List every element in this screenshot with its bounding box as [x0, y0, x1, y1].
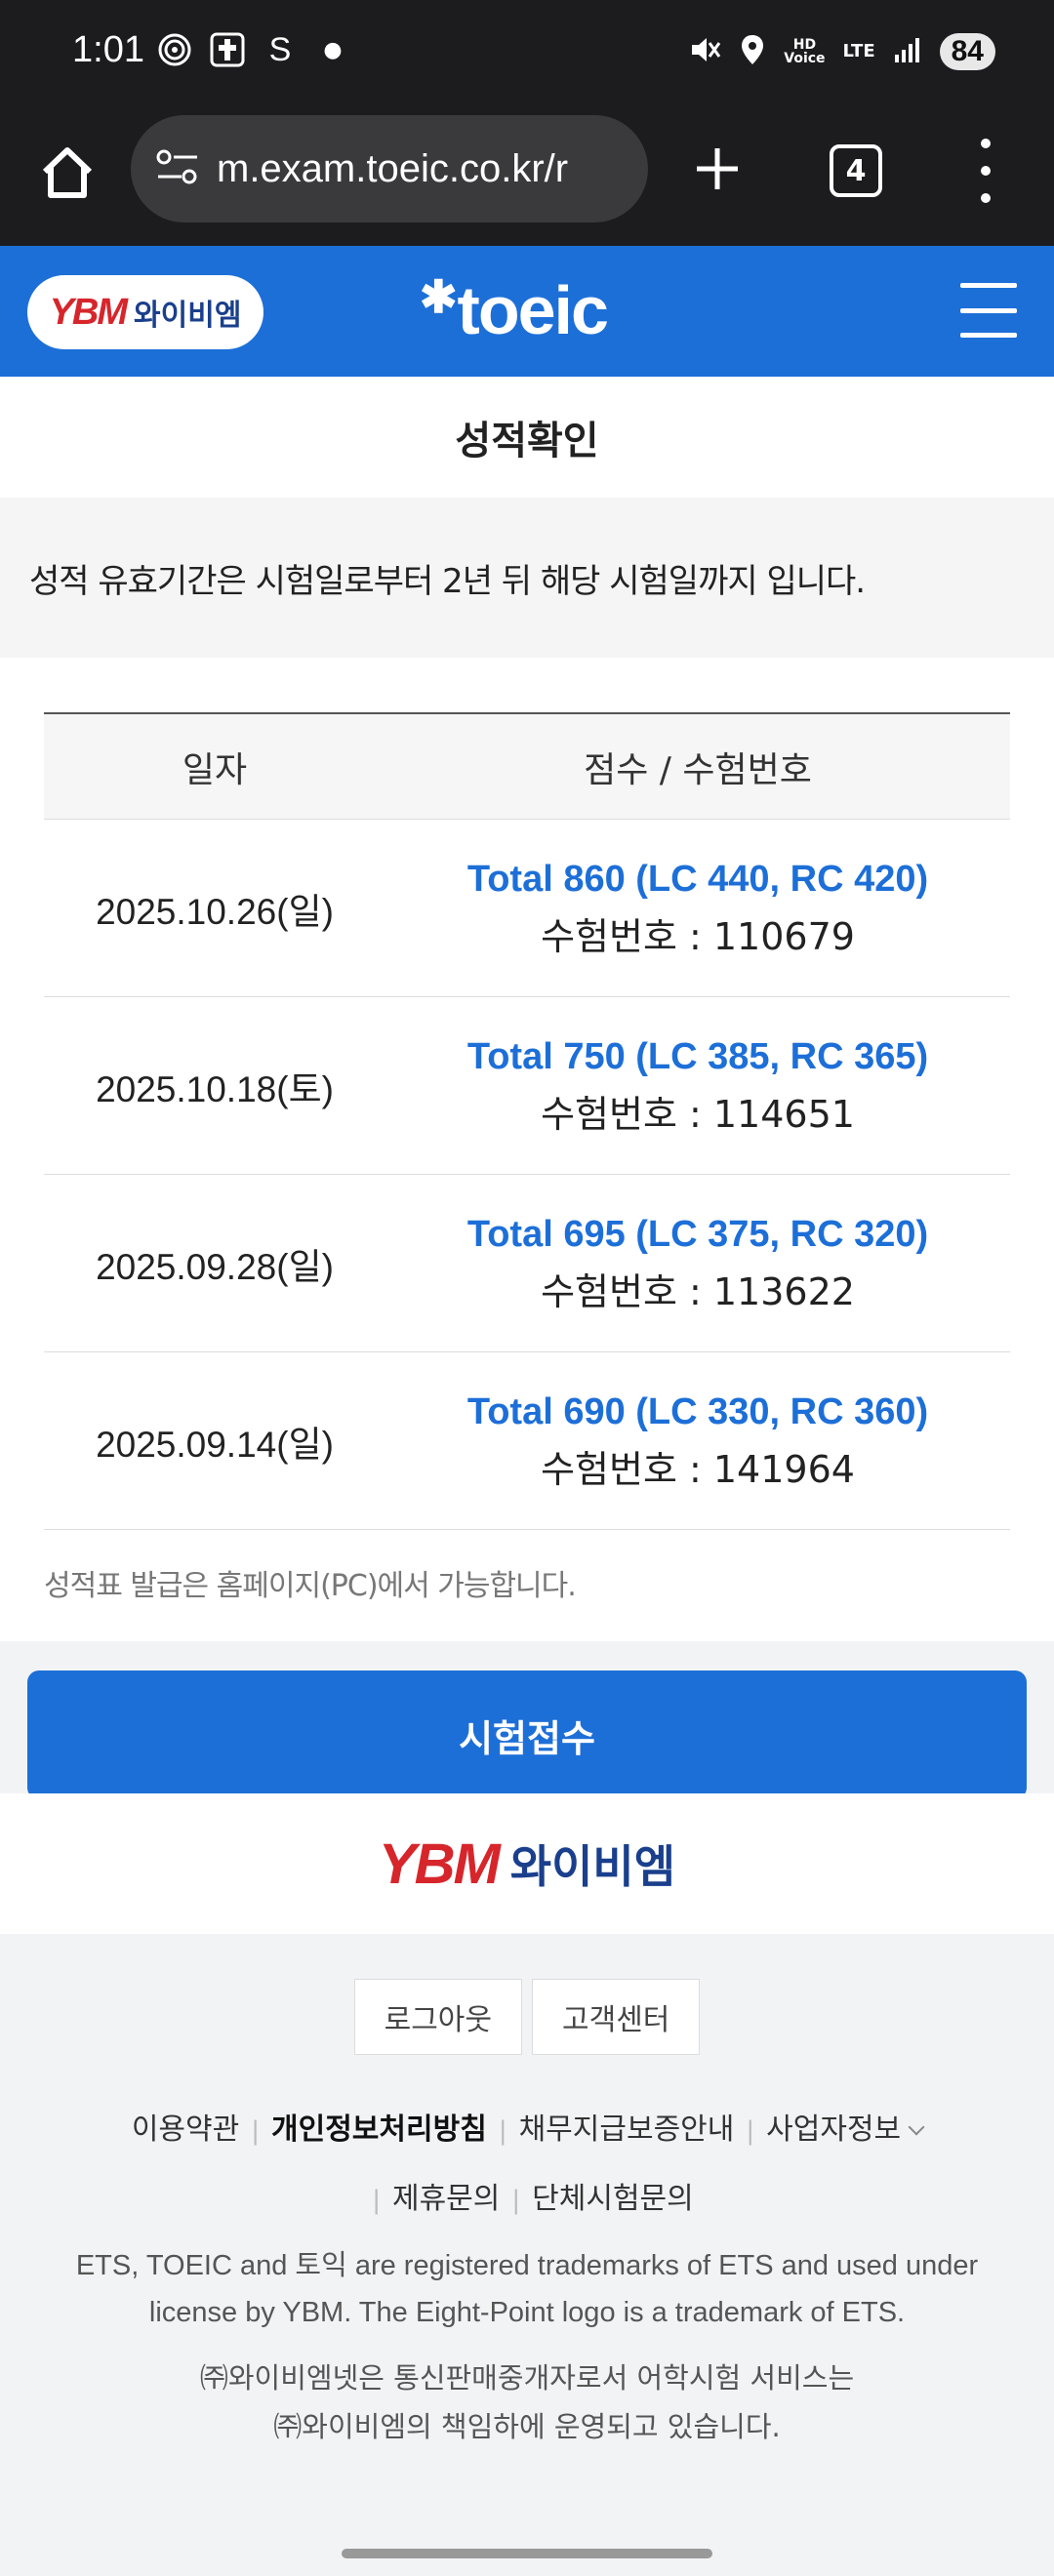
hamburger-menu-icon[interactable]: [960, 283, 1017, 338]
customer-center-button[interactable]: 고객센터: [532, 1979, 701, 2055]
site-header: YBM 와이비엠 ✱toeic: [0, 246, 1054, 377]
row-score: Total 690 (LC 330, RC 360) 수험번호 : 141964: [385, 1384, 1010, 1499]
ybm-logo-mark: YBM: [49, 291, 128, 333]
trademark-line: license by YBM. The Eight-Point logo is …: [148, 2297, 906, 2328]
header-score: 점수 / 수험번호: [584, 749, 812, 790]
row-date: 2025.09.28(일): [96, 1246, 334, 1287]
home-icon[interactable]: [33, 139, 101, 207]
operator-line: ㈜와이비엠의 책임하에 운영되고 있습니다.: [273, 2410, 781, 2443]
operator-notice: ㈜와이비엠넷은 통신판매중개자로서 어학시험 서비스는 ㈜와이비엠의 책임하에 …: [39, 2354, 1015, 2451]
footer-logo-name: 와이비엠: [509, 1840, 676, 1893]
privacy-link[interactable]: 개인정보처리방침: [271, 2113, 487, 2147]
carrier-s-icon: S: [268, 30, 292, 68]
status-time: 1:01: [72, 29, 144, 70]
dot-icon: ●: [323, 37, 343, 62]
footer-logo-mark: YBM: [378, 1831, 501, 1896]
address-bar[interactable]: m.exam.toeic.co.kr/r: [131, 115, 648, 222]
validity-notice: 성적 유효기간은 시험일로부터 2년 뒤 해당 시험일까지 입니다.: [0, 498, 1054, 658]
chevron-down-icon[interactable]: [908, 2118, 925, 2136]
footer: 로그아웃 고객센터 이용약관 | 개인정보처리방침 | 채무지급보증안내 | 사업자정보 |…: [0, 1934, 1054, 2576]
more-menu-icon[interactable]: [966, 139, 1005, 203]
home-indicator[interactable]: [342, 2549, 712, 2558]
score-total-link[interactable]: Total 750 (LC 385, RC 365): [385, 1028, 1010, 1085]
table-row: 2025.09.14(일) Total 690 (LC 330, RC 360)…: [44, 1352, 1010, 1530]
cross-app-icon: [209, 31, 246, 68]
score-table: 일자 점수 / 수험번호 2025.10.26(일) Total 860 (LC…: [44, 712, 1010, 1530]
exam-number: 수험번호 : 114651: [541, 1092, 855, 1136]
row-date: 2025.10.18(토): [96, 1068, 334, 1109]
ybm-logo-link[interactable]: YBM 와이비엠: [27, 275, 264, 349]
ybm-logo-name: 와이비엠: [134, 299, 242, 333]
battery-indicator: 84: [939, 33, 995, 70]
table-row: 2025.10.26(일) Total 860 (LC 440, RC 420)…: [44, 820, 1010, 997]
star-icon: ✱: [420, 271, 458, 322]
logout-button[interactable]: 로그아웃: [353, 1979, 522, 2055]
page-title: 성적확인: [0, 377, 1054, 498]
site-settings-icon[interactable]: [154, 147, 201, 190]
location-icon: [739, 33, 766, 70]
lte-icon: LTE: [842, 41, 875, 61]
footer-links: 이용약관 | 개인정보처리방침 | 채무지급보증안내 | 사업자정보 | 제휴문의 | 단체시험문…: [0, 2096, 1054, 2234]
header-date: 일자: [182, 749, 248, 790]
new-tab-icon[interactable]: [683, 135, 751, 203]
score-total-link[interactable]: Total 695 (LC 375, RC 320): [385, 1206, 1010, 1263]
business-info-link[interactable]: 사업자정보: [766, 2113, 901, 2147]
hd-voice-icon: HD Voice: [784, 37, 826, 66]
table-row: 2025.09.28(일) Total 695 (LC 375, RC 320)…: [44, 1175, 1010, 1352]
score-total-link[interactable]: Total 860 (LC 440, RC 420): [385, 851, 1010, 907]
tab-switcher-button[interactable]: 4: [830, 144, 882, 197]
table-row: 2025.10.18(토) Total 750 (LC 385, RC 365)…: [44, 997, 1010, 1175]
wireless-icon: [156, 31, 193, 68]
status-left-icons: S ●: [156, 31, 351, 68]
browser-toolbar: m.exam.toeic.co.kr/r 4: [0, 109, 1054, 246]
footer-logo[interactable]: YBM 와이비엠: [0, 1793, 1054, 1934]
exam-number: 수험번호 : 113622: [541, 1269, 855, 1313]
status-right-icons: HD Voice LTE 84: [688, 33, 995, 70]
group-exam-link[interactable]: 단체시험문의: [532, 2182, 694, 2216]
score-total-link[interactable]: Total 690 (LC 330, RC 360): [385, 1384, 1010, 1440]
footer-buttons: 로그아웃 고객센터: [0, 1979, 1054, 2055]
row-date: 2025.10.26(일): [96, 891, 334, 932]
issue-note: 성적표 발급은 홈페이지(PC)에서 가능합니다.: [44, 1569, 577, 1603]
toeic-logo[interactable]: ✱toeic: [420, 271, 609, 349]
mute-icon: [688, 33, 721, 70]
exam-number: 수험번호 : 110679: [541, 914, 855, 958]
trademark-line: ETS, TOEIC and 토익 are registered tradema…: [75, 2250, 979, 2281]
partnership-link[interactable]: 제휴문의: [392, 2182, 500, 2216]
terms-link[interactable]: 이용약관: [132, 2113, 239, 2147]
url-text[interactable]: m.exam.toeic.co.kr/r: [217, 147, 568, 191]
apply-exam-button[interactable]: 시험접수: [27, 1670, 1027, 1799]
row-score: Total 695 (LC 375, RC 320) 수험번호 : 113622: [385, 1206, 1010, 1321]
guarantee-link[interactable]: 채무지급보증안내: [519, 2113, 735, 2147]
status-bar: 1:01 S ● HD Voice LTE 84: [0, 0, 1054, 109]
toeic-logo-text: toeic: [457, 272, 609, 348]
row-date: 2025.09.14(일): [96, 1424, 334, 1465]
row-score: Total 860 (LC 440, RC 420) 수험번호 : 110679: [385, 851, 1010, 966]
signal-icon: [893, 35, 922, 68]
trademark-notice: ETS, TOEIC and 토익 are registered tradema…: [39, 2242, 1015, 2336]
table-header: 일자 점수 / 수험번호: [44, 712, 1010, 820]
row-score: Total 750 (LC 385, RC 365) 수험번호 : 114651: [385, 1028, 1010, 1144]
operator-line: ㈜와이비엠넷은 통신판매중개자로서 어학시험 서비스는: [199, 2361, 855, 2395]
exam-number: 수험번호 : 141964: [541, 1447, 855, 1491]
